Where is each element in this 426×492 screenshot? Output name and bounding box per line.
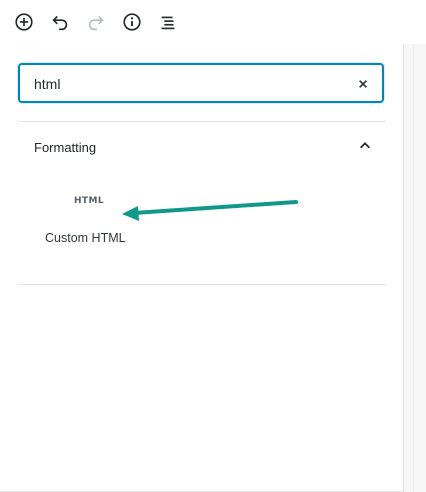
info-button[interactable] <box>118 8 146 36</box>
chevron-up-icon <box>360 142 370 149</box>
html-icon: HTML <box>74 196 104 206</box>
block-label: Custom HTML <box>45 231 126 245</box>
section-toggle[interactable] <box>357 138 373 154</box>
plus-circle-icon <box>15 13 33 31</box>
divider <box>18 284 386 285</box>
add-block-button[interactable] <box>10 8 38 36</box>
outline-button[interactable] <box>154 8 182 36</box>
redo-button[interactable] <box>82 8 110 36</box>
annotation-arrow <box>122 200 298 221</box>
undo-icon <box>52 15 68 31</box>
clear-search-button[interactable] <box>354 75 372 93</box>
divider <box>413 44 414 492</box>
section-title: Formatting <box>34 140 97 155</box>
editor-background <box>404 44 426 492</box>
search-field[interactable] <box>18 63 384 103</box>
editor-toolbar <box>0 0 426 45</box>
list-outline-icon <box>161 16 175 30</box>
search-input[interactable] <box>34 74 334 94</box>
redo-icon <box>88 15 104 31</box>
undo-button[interactable] <box>46 8 74 36</box>
block-inserter-panel: Formatting HTML Custom HTML <box>0 44 404 492</box>
close-icon <box>359 80 367 88</box>
divider <box>18 121 386 122</box>
info-icon <box>123 13 141 31</box>
